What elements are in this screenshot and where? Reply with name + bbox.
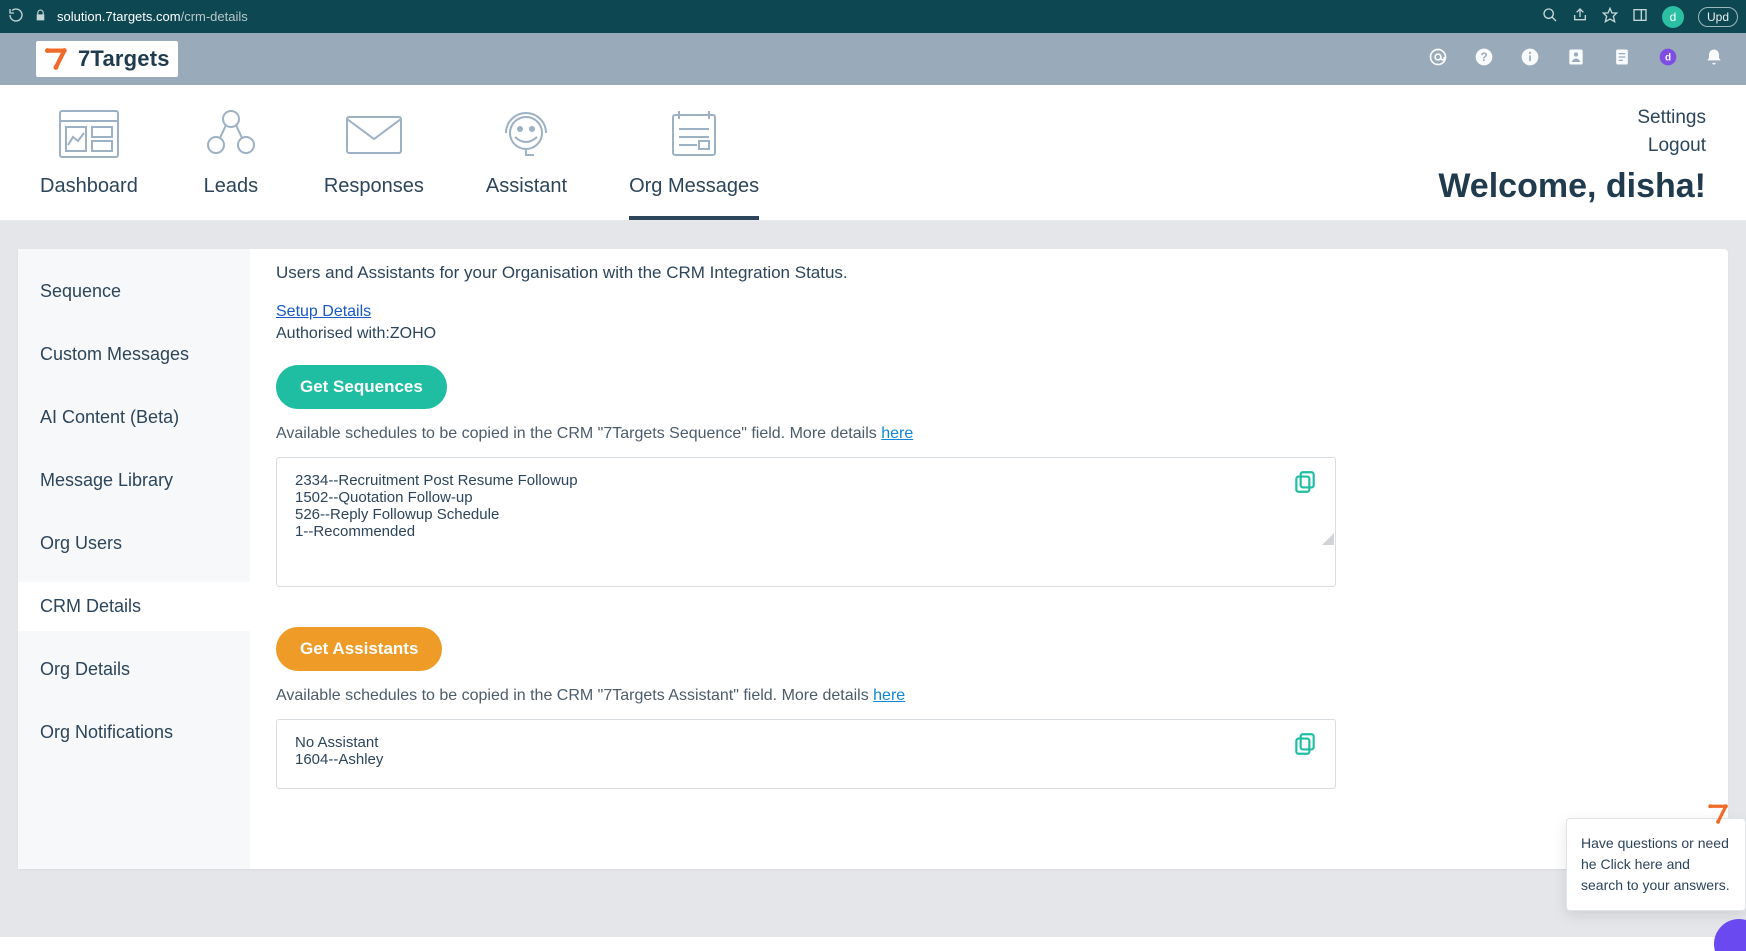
svg-text:d: d (1665, 52, 1671, 63)
info-icon[interactable] (1520, 47, 1540, 72)
logo-mark-icon (44, 45, 72, 73)
nav-label: Dashboard (40, 175, 138, 198)
update-pill[interactable]: Upd (1698, 7, 1738, 27)
sidebar-item-ai-content[interactable]: AI Content (Beta) (18, 393, 250, 442)
zoom-icon[interactable] (1542, 7, 1558, 26)
bell-icon[interactable] (1704, 47, 1724, 72)
get-assistants-button[interactable]: Get Assistants (276, 627, 442, 671)
nav-tab-assistant[interactable]: Assistant (486, 107, 567, 220)
lock-icon (34, 9, 47, 25)
main-nav: Dashboard Leads Responses Assistant Org … (0, 85, 1746, 221)
help-popover-text: Have questions or need he Click here and… (1581, 833, 1731, 896)
welcome-text: Welcome, disha! (1438, 167, 1706, 206)
crm-details-panel: Users and Assistants for your Organisati… (250, 249, 1728, 869)
help-popover[interactable]: Have questions or need he Click here and… (1566, 818, 1746, 911)
setup-details-link[interactable]: Setup Details (276, 303, 371, 320)
nav-tab-leads[interactable]: Leads (200, 107, 262, 220)
help-icon[interactable]: ? (1474, 47, 1494, 72)
sequences-textbox[interactable]: 2334--Recruitment Post Resume Followup 1… (276, 457, 1336, 587)
brand-name: 7Targets (78, 46, 170, 72)
assistants-help-link[interactable]: here (873, 687, 905, 704)
sequences-help-link[interactable]: here (881, 425, 913, 442)
star-icon[interactable] (1602, 7, 1618, 26)
sequences-help-text: Available schedules to be copied in the … (276, 425, 881, 442)
settings-link[interactable]: Settings (1438, 107, 1706, 129)
auth-label: Authorised with: (276, 325, 390, 342)
profile-avatar[interactable]: d (1662, 6, 1684, 28)
sidebar-item-message-library[interactable]: Message Library (18, 456, 250, 505)
auth-provider: ZOHO (390, 325, 436, 342)
logout-link[interactable]: Logout (1438, 135, 1706, 157)
help-popover-icon (1707, 801, 1733, 830)
nav-tab-dashboard[interactable]: Dashboard (40, 107, 138, 220)
sidebar-item-sequence[interactable]: Sequence (18, 267, 250, 316)
sidebar-item-crm-details[interactable]: CRM Details (18, 582, 250, 631)
intro-text: Users and Assistants for your Organisati… (276, 263, 1702, 283)
resize-handle-icon[interactable] (1322, 533, 1334, 545)
app-badge-icon[interactable]: d (1658, 47, 1678, 72)
sidebar-item-org-notifications[interactable]: Org Notifications (18, 708, 250, 757)
document-icon[interactable] (1612, 47, 1632, 72)
copy-assistants-icon[interactable] (1292, 731, 1318, 762)
assistants-help-text: Available schedules to be copied in the … (276, 687, 873, 704)
sidebar-item-custom-messages[interactable]: Custom Messages (18, 330, 250, 379)
nav-label: Org Messages (629, 175, 759, 198)
reload-icon[interactable] (8, 7, 24, 26)
url-path: /crm-details (181, 9, 248, 24)
nav-label: Leads (204, 175, 259, 198)
org-messages-icon (663, 107, 725, 161)
dashboard-icon (58, 107, 120, 161)
svg-text:?: ? (1480, 51, 1487, 64)
assistant-icon (495, 107, 557, 161)
app-topbar: 7Targets ? d (0, 33, 1746, 85)
copy-sequences-icon[interactable] (1292, 469, 1318, 500)
assistants-textbox[interactable]: No Assistant 1604--Ashley (276, 719, 1336, 789)
url-host: solution.7targets.com (57, 9, 181, 24)
sidebar-item-org-users[interactable]: Org Users (18, 519, 250, 568)
settings-sidebar: Sequence Custom Messages AI Content (Bet… (18, 249, 250, 869)
browser-address-bar: solution.7targets.com/crm-details d Upd (0, 0, 1746, 33)
responses-icon (343, 107, 405, 161)
nav-label: Responses (324, 175, 424, 198)
nav-label: Assistant (486, 175, 567, 198)
get-sequences-button[interactable]: Get Sequences (276, 365, 447, 409)
nav-tab-responses[interactable]: Responses (324, 107, 424, 220)
share-icon[interactable] (1572, 7, 1588, 26)
nav-tab-org-messages[interactable]: Org Messages (629, 107, 759, 220)
leads-icon (200, 107, 262, 161)
contact-icon[interactable] (1566, 47, 1586, 72)
sidebar-item-org-details[interactable]: Org Details (18, 645, 250, 694)
brand-logo[interactable]: 7Targets (36, 41, 178, 77)
panel-icon[interactable] (1632, 7, 1648, 26)
at-icon[interactable] (1428, 47, 1448, 72)
